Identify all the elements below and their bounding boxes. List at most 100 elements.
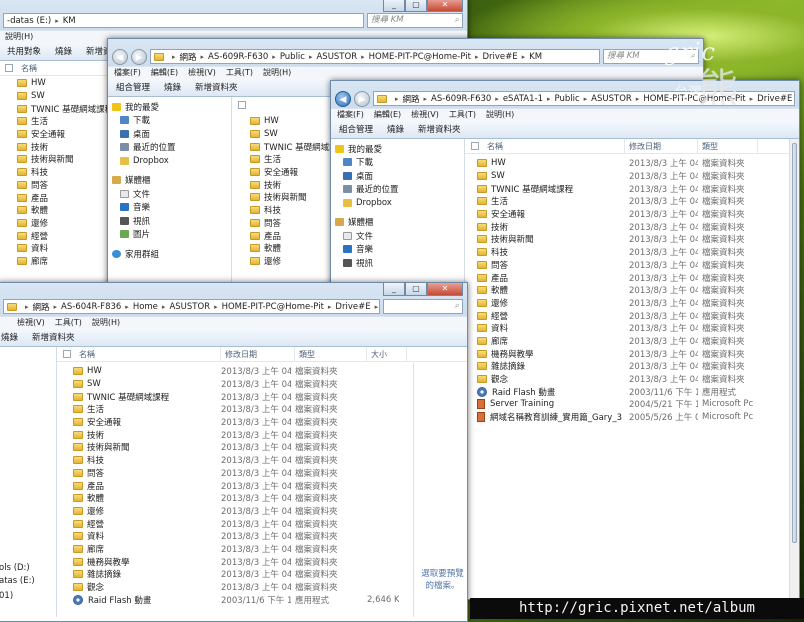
select-all-checkbox[interactable]	[5, 64, 13, 72]
breadcrumb-item[interactable]: Public	[555, 94, 580, 104]
nav-libraries[interactable]: 媒體櫃	[112, 174, 227, 188]
table-row[interactable]: Server Training 2004/5/21 下午 1... Microsof…	[473, 398, 799, 411]
search-input[interactable]: ⌕	[383, 299, 463, 314]
toolbar-button[interactable]: 組合管理	[116, 81, 150, 93]
table-row[interactable]: HW 2013/8/3 上午 04... 檔案資料夾	[473, 157, 799, 170]
toolbar-button[interactable]: 燒錄	[387, 123, 404, 135]
menu-item[interactable]: 工具(T)	[55, 317, 82, 328]
nav-libraries[interactable]: 媒體櫃	[335, 216, 460, 230]
breadcrumb-item[interactable]: ASUSTOR	[316, 52, 357, 62]
nav-recent[interactable]: 最近的位置	[335, 183, 460, 197]
maximize-button[interactable]: ▢	[405, 0, 427, 12]
select-all-checkbox[interactable]	[238, 100, 246, 109]
nav-documents[interactable]: 文件	[112, 187, 227, 201]
table-row[interactable]: HW 2013/8/3 上午 04... 檔案資料夾	[69, 365, 467, 378]
breadcrumb-item[interactable]: Drive#E	[482, 52, 517, 62]
nav-music[interactable]: 音樂	[335, 243, 460, 257]
title-bar[interactable]: _ ▢ ✕	[0, 0, 467, 12]
table-row[interactable]: 觀念 2013/8/3 上午 04... 檔案資料夾	[69, 581, 467, 594]
table-row[interactable]: 經營 2013/8/3 上午 04... 檔案資料夾	[69, 517, 467, 530]
breadcrumb-item[interactable]: HOME-PIT-PC@Home-Pit	[369, 52, 471, 62]
table-row[interactable]: 雜誌摘錄 2013/8/3 上午 04... 檔案資料夾	[473, 360, 799, 373]
menu-item[interactable]: 檢視(V)	[17, 317, 45, 328]
minimize-button[interactable]: _	[383, 0, 405, 12]
search-input[interactable]: 搜尋 KM ⌕	[367, 13, 463, 28]
nav-music[interactable]: 音樂	[112, 201, 227, 215]
column-date[interactable]: 修改日期	[221, 347, 295, 362]
table-row[interactable]: 機務與教學 2013/8/3 上午 04... 檔案資料夾	[473, 347, 799, 360]
table-row[interactable]: Raid Flash 動畫 2003/11/6 下午 1... 應用程式	[473, 385, 799, 398]
table-row[interactable]: 還修 2013/8/3 上午 04... 檔案資料夾	[473, 297, 799, 310]
nav-videos[interactable]: 視訊	[112, 214, 227, 228]
breadcrumb-item[interactable]: Public	[280, 52, 305, 62]
nav-homegroup[interactable]: 家用群組	[112, 247, 227, 261]
table-row[interactable]: 雜誌摘錄 2013/8/3 上午 04... 檔案資料夾	[69, 568, 467, 581]
table-row[interactable]: 問答 2013/8/3 上午 04... 檔案資料夾	[473, 259, 799, 272]
table-row[interactable]: 生活 2013/8/3 上午 04... 檔案資料夾	[69, 403, 467, 416]
toolbar-button[interactable]: 新增資料夾	[195, 81, 238, 93]
table-row[interactable]: 軟體 2013/8/3 上午 04... 檔案資料夾	[69, 492, 467, 505]
table-row[interactable]: 技術 2013/8/3 上午 04... 檔案資料夾	[473, 220, 799, 233]
table-row[interactable]: 科技 2013/8/3 上午 04... 檔案資料夾	[69, 454, 467, 467]
breadcrumb-item[interactable]: ASUSTOR	[591, 94, 632, 104]
table-row[interactable]: 機務與教學 2013/8/3 上午 04... 檔案資料夾	[69, 555, 467, 568]
column-date[interactable]: 修改日期	[625, 139, 698, 154]
menu-item[interactable]: 編輯(E)	[151, 67, 178, 78]
toolbar-button[interactable]: 燒錄	[1, 331, 18, 343]
menu-item[interactable]: 說明(H)	[486, 109, 514, 120]
table-row[interactable]: 產品 2013/8/3 上午 04... 檔案資料夾	[69, 479, 467, 492]
burn-button[interactable]: 燒錄	[55, 45, 72, 57]
breadcrumb-item[interactable]: KM	[529, 52, 542, 62]
table-row[interactable]: 技術 2013/8/3 上午 04... 檔案資料夾	[69, 428, 467, 441]
table-row[interactable]: Raid Flash 動畫 2003/11/6 下午 1... 應用程式 2,646 …	[69, 593, 467, 606]
table-row[interactable]: 問答 2013/8/3 上午 04... 檔案資料夾	[69, 467, 467, 480]
table-row[interactable]: 資料 2013/8/3 上午 04... 檔案資料夾	[473, 322, 799, 335]
table-row[interactable]: SW 2013/8/3 上午 04... 檔案資料夾	[69, 378, 467, 391]
table-row[interactable]: 資料 2013/8/3 上午 04... 檔案資料夾	[69, 530, 467, 543]
address-input[interactable]: -datas (E:) ▸ KM	[3, 13, 364, 28]
nav-downloads[interactable]: 下載	[112, 114, 227, 128]
nav-dropbox[interactable]: Dropbox	[112, 154, 227, 168]
nav-recent[interactable]: 最近的位置	[112, 141, 227, 155]
nav-dropbox[interactable]: Dropbox	[335, 196, 460, 210]
nav-desktop[interactable]: 桌面	[112, 127, 227, 141]
breadcrumb-item[interactable]: 網路	[180, 51, 197, 63]
table-row[interactable]: 生活 2013/8/3 上午 04... 檔案資料夾	[473, 195, 799, 208]
menu-item[interactable]: 編輯(E)	[374, 109, 401, 120]
column-type[interactable]: 類型	[698, 139, 758, 154]
breadcrumb-item[interactable]: ASUSTOR	[169, 302, 210, 312]
select-all-checkbox[interactable]	[471, 142, 479, 150]
close-button[interactable]: ✕	[427, 283, 463, 296]
title-bar[interactable]	[108, 39, 703, 47]
table-row[interactable]: 產品 2013/8/3 上午 04... 檔案資料夾	[473, 271, 799, 284]
toolbar-button[interactable]: 新增資料夾	[418, 123, 461, 135]
nav-desktop[interactable]: 桌面	[335, 169, 460, 183]
table-row[interactable]: 觀念 2013/8/3 上午 04... 檔案資料夾	[473, 373, 799, 386]
breadcrumb-item[interactable]: Drive#E	[335, 302, 370, 312]
menu-item[interactable]: 說明(H)	[263, 67, 291, 78]
table-row[interactable]: TWNIC 基礎網域課程 2013/8/3 上午 04... 檔案資料夾	[473, 182, 799, 195]
nav-videos[interactable]: 視訊	[335, 256, 460, 270]
nav-pictures[interactable]: 圖片	[112, 228, 227, 242]
breadcrumb-item[interactable]: Home	[133, 302, 158, 312]
nav-drive-e[interactable]: atas (E:)	[0, 574, 35, 588]
table-row[interactable]: 網域名稱教育訓練_實用篇_Gary_3 2005/5/26 上午 0... Micr…	[473, 411, 799, 424]
breadcrumb-item[interactable]: HOME-PIT-PC@Home-Pit	[222, 302, 324, 312]
breadcrumb-item[interactable]: 網路	[33, 301, 50, 313]
column-name[interactable]: 名稱	[75, 347, 221, 362]
table-row[interactable]: 安全通報 2013/8/3 上午 04... 檔案資料夾	[473, 208, 799, 221]
select-all-checkbox[interactable]	[63, 350, 71, 358]
nav-documents[interactable]: 文件	[335, 229, 460, 243]
column-name[interactable]: 名稱	[17, 61, 117, 76]
back-arrow-icon[interactable]: ◀	[335, 90, 351, 107]
toolbar-button[interactable]: 組合管理	[339, 123, 373, 135]
menu-item[interactable]: 工具(T)	[226, 67, 253, 78]
close-button[interactable]: ✕	[427, 0, 463, 12]
column-type[interactable]: 類型	[295, 347, 367, 362]
column-size[interactable]: 大小	[367, 347, 407, 362]
menu-item[interactable]: 檢視(V)	[188, 67, 216, 78]
nav-favorites[interactable]: 我的最愛	[335, 142, 460, 156]
menu-item[interactable]: 檔案(F)	[114, 67, 141, 78]
nav-drive-d[interactable]: ols (D:)	[0, 561, 30, 575]
address-input[interactable]: ▸ 網路 ▸ AS-609R-F630 ▸ Public ▸ ASUSTOR ▸ HOME-PIT…	[150, 49, 600, 64]
